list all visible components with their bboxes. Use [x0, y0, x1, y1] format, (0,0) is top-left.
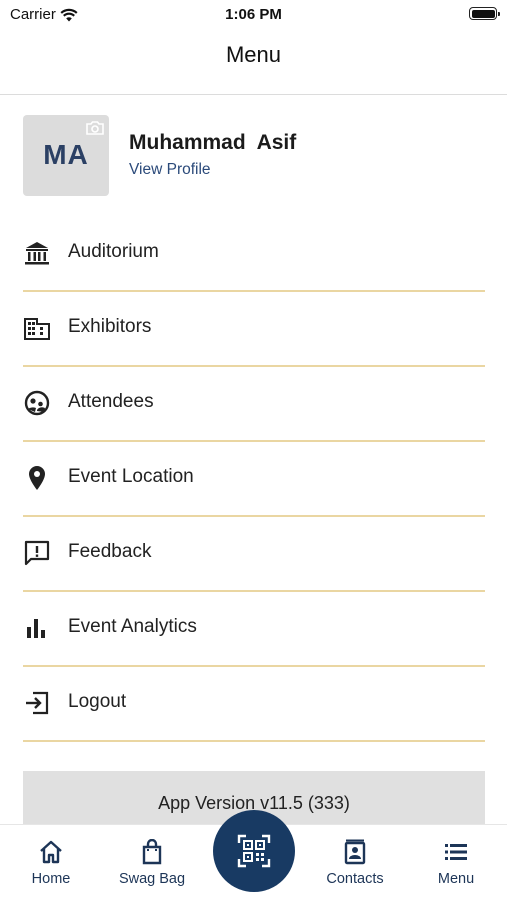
avatar-initials: MA [43, 139, 89, 170]
qr-scan-button[interactable] [213, 810, 295, 892]
bar-chart-icon [27, 619, 45, 638]
header-divider [0, 94, 507, 95]
camera-icon[interactable] [85, 120, 105, 136]
menu-item-label: Logout [68, 691, 127, 712]
logout-icon [26, 691, 49, 715]
tab-label: Home [31, 871, 71, 887]
menu-item-attendees[interactable]: Attendees [23, 367, 485, 442]
menu-list: Auditorium Exhibitors Attendees Event Lo… [23, 217, 485, 742]
view-profile-link[interactable]: View Profile [129, 161, 211, 179]
tab-label: Contacts [326, 871, 384, 887]
tab-label: Swag Bag [118, 871, 186, 887]
menu-item-label: Attendees [68, 391, 154, 412]
home-icon [40, 840, 62, 864]
menu-item-logout[interactable]: Logout [23, 667, 485, 742]
status-bar: Carrier 1:06 PM [0, 0, 507, 28]
battery-icon [469, 7, 500, 20]
menu-item-label: Auditorium [68, 241, 159, 262]
menu-item-exhibitors[interactable]: Exhibitors [23, 292, 485, 367]
menu-item-label: Event Analytics [68, 616, 197, 637]
menu-item-feedback[interactable]: Feedback [23, 517, 485, 592]
menu-item-label: Exhibitors [68, 316, 152, 337]
tab-swag-bag[interactable]: Swag Bag [112, 825, 192, 900]
list-menu-icon [445, 844, 467, 860]
building-icon [24, 318, 50, 340]
profile-name: Muhammad Asif [129, 131, 297, 154]
menu-item-label: Feedback [68, 541, 152, 562]
shopping-bag-icon [142, 839, 162, 865]
menu-item-auditorium[interactable]: Auditorium [23, 217, 485, 292]
qr-code-icon [237, 834, 271, 868]
tab-menu[interactable]: Menu [416, 825, 496, 900]
tab-home[interactable]: Home [11, 825, 91, 900]
auditorium-icon [25, 242, 49, 265]
feedback-icon [24, 540, 50, 566]
profile-section: MA Muhammad Asif View Profile [23, 115, 485, 197]
location-pin-icon [29, 466, 45, 490]
avatar[interactable]: MA [23, 115, 109, 196]
menu-item-label: Event Location [68, 466, 194, 487]
tab-label: Menu [437, 871, 475, 887]
menu-item-event-location[interactable]: Event Location [23, 442, 485, 517]
contacts-icon [344, 839, 366, 865]
status-time: 1:06 PM [225, 6, 282, 23]
menu-item-event-analytics[interactable]: Event Analytics [23, 592, 485, 667]
page-title: Menu [225, 42, 282, 67]
tab-contacts[interactable]: Contacts [315, 825, 395, 900]
attendees-icon [24, 390, 50, 416]
